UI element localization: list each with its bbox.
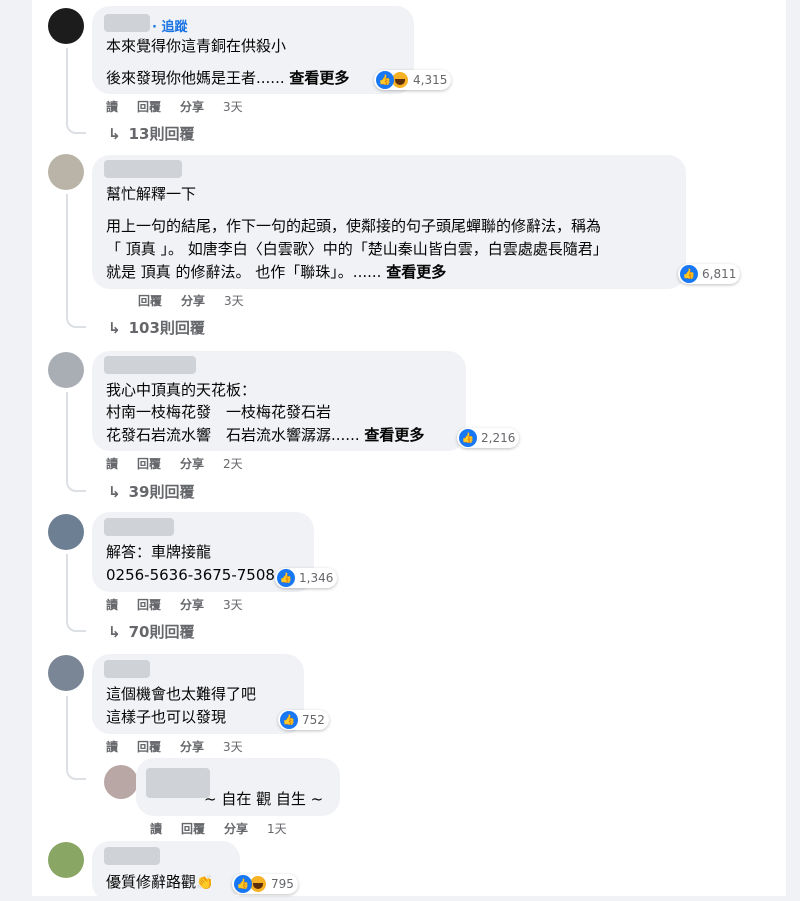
- comment-text: 0256-5636-3675-7508: [106, 566, 275, 584]
- view-replies-link[interactable]: ↳ 39則回覆: [108, 481, 194, 502]
- share-button[interactable]: 分享: [180, 738, 204, 755]
- reaction-summary[interactable]: 👍 6,811: [678, 264, 741, 284]
- avatar[interactable]: [48, 842, 84, 878]
- avatar[interactable]: [48, 154, 84, 190]
- comment-text: 本來覺得你這青銅在供殺小: [106, 37, 287, 55]
- commenter-name[interactable]: [104, 14, 150, 32]
- comment-actions: 回覆 分享 3天: [138, 292, 244, 309]
- view-replies-link[interactable]: ↳ 13則回覆: [108, 123, 194, 144]
- comment-text: 這個機會也太難得了吧: [106, 685, 257, 703]
- avatar[interactable]: [48, 8, 84, 44]
- reply-button[interactable]: 回覆: [137, 98, 161, 115]
- reaction-count: 6,811: [702, 267, 737, 281]
- reply-actions: 讀 回覆 分享 1天: [150, 820, 287, 837]
- comment-actions: 讀 回覆 分享 3天: [106, 98, 243, 115]
- like-icon: 👍: [234, 875, 252, 893]
- comment-text: 用上一句的結尾，作下一句的起頭，使鄰接的句子頭尾蟬聯的修辭法，稱為: [106, 217, 602, 235]
- comment-text: 花發石岩流水響 石岩流水響潺潺...... 查看更多: [106, 426, 425, 444]
- comment-text: 幫忙解釋一下: [106, 185, 197, 203]
- comment-actions: 讀 回覆 分享 3天: [106, 738, 243, 755]
- comment-actions: 讀 回覆 分享 2天: [106, 455, 243, 472]
- share-button[interactable]: 分享: [181, 292, 205, 309]
- thread-line: [66, 554, 86, 632]
- reply-button[interactable]: 回覆: [137, 455, 161, 472]
- read-button[interactable]: 讀: [106, 455, 118, 472]
- avatar[interactable]: [48, 514, 84, 550]
- reply-button[interactable]: 回覆: [181, 820, 205, 837]
- avatar[interactable]: [104, 765, 138, 799]
- commenter-name[interactable]: [104, 356, 196, 374]
- reaction-count: 2,216: [481, 431, 516, 445]
- reply-arrow-icon: ↳: [108, 319, 121, 337]
- commenter-name[interactable]: [146, 768, 210, 798]
- like-icon: 👍: [280, 711, 298, 729]
- reply-button[interactable]: 回覆: [137, 596, 161, 613]
- commenter-name[interactable]: [104, 518, 174, 536]
- comment-text: 解答：車牌接龍: [106, 543, 212, 561]
- commenter-name[interactable]: [104, 847, 160, 865]
- comments-page: · 追蹤 本來覺得你這青銅在供殺小 後來發現你他媽是王者...... 查看更多 …: [0, 0, 800, 901]
- read-button[interactable]: 讀: [106, 738, 118, 755]
- comment-text: 村南一枝梅花發 一枝梅花發石岩: [106, 403, 332, 421]
- thread-line: [66, 392, 86, 492]
- comment-text: 這樣子也可以發現: [106, 708, 227, 726]
- reply-arrow-icon: ↳: [108, 483, 121, 501]
- avatar[interactable]: [48, 655, 84, 691]
- timestamp[interactable]: 3天: [223, 738, 243, 755]
- reply-text: ~ 自在 觀 自生 ~: [204, 790, 324, 808]
- reaction-count: 795: [271, 877, 294, 891]
- commenter-name[interactable]: [104, 160, 182, 178]
- share-button[interactable]: 分享: [180, 98, 204, 115]
- view-replies-link[interactable]: ↳ 70則回覆: [108, 621, 194, 642]
- reaction-count: 1,346: [299, 571, 334, 585]
- reaction-count: 4,315: [413, 73, 448, 87]
- like-icon: 👍: [459, 429, 477, 447]
- commenter-name[interactable]: [104, 660, 150, 678]
- comment-text: 我心中頂真的天花板：: [106, 381, 257, 399]
- follow-link[interactable]: · 追蹤: [152, 16, 187, 35]
- view-replies-link[interactable]: ↳ 103則回覆: [108, 317, 205, 338]
- comment-text: 後來發現你他媽是王者...... 查看更多: [106, 69, 350, 87]
- like-icon: 👍: [277, 569, 295, 587]
- scrollbar[interactable]: [786, 0, 800, 896]
- reply-arrow-icon: ↳: [108, 125, 121, 143]
- comments-panel: · 追蹤 本來覺得你這青銅在供殺小 後來發現你他媽是王者...... 查看更多 …: [32, 0, 786, 901]
- reaction-count: 752: [302, 713, 325, 727]
- see-more-link[interactable]: 查看更多: [364, 426, 424, 444]
- reply-arrow-icon: ↳: [108, 623, 121, 641]
- timestamp[interactable]: 3天: [223, 596, 243, 613]
- reply-button[interactable]: 回覆: [137, 738, 161, 755]
- timestamp[interactable]: 3天: [223, 98, 243, 115]
- avatar[interactable]: [48, 352, 84, 388]
- read-button[interactable]: 讀: [106, 596, 118, 613]
- reaction-summary[interactable]: 👍 2,216: [457, 428, 520, 448]
- comment-actions: 讀 回覆 分享 3天: [106, 596, 243, 613]
- like-icon: 👍: [680, 265, 698, 283]
- reaction-summary[interactable]: 👍 4,315: [374, 70, 452, 90]
- see-more-link[interactable]: 查看更多: [289, 69, 349, 87]
- reaction-summary[interactable]: 👍 1,346: [275, 568, 338, 588]
- timestamp[interactable]: 1天: [267, 820, 287, 837]
- share-button[interactable]: 分享: [180, 455, 204, 472]
- share-button[interactable]: 分享: [224, 820, 248, 837]
- thread-line: [66, 48, 86, 134]
- comment-text: 「 頂真 」。 如唐李白〈白雲歌〉中的「楚山秦山皆白雲，白雲處處長隨君」: [106, 240, 608, 258]
- read-button[interactable]: 讀: [106, 98, 118, 115]
- reply-button[interactable]: 回覆: [138, 292, 162, 309]
- like-icon: 👍: [376, 71, 394, 89]
- reaction-summary[interactable]: 👍 795: [232, 874, 298, 894]
- timestamp[interactable]: 3天: [224, 292, 244, 309]
- thread-line: [66, 696, 86, 780]
- see-more-link[interactable]: 查看更多: [386, 263, 446, 281]
- comment-text: 就是 頂真 的修辭法。 也作「聯珠」。...... 查看更多: [106, 263, 447, 281]
- read-button[interactable]: 讀: [150, 820, 162, 837]
- timestamp[interactable]: 2天: [223, 455, 243, 472]
- thread-line: [66, 194, 86, 328]
- reaction-summary[interactable]: 👍 752: [278, 710, 329, 730]
- clap-emoji: 👏: [196, 875, 214, 891]
- share-button[interactable]: 分享: [180, 596, 204, 613]
- comment-text: 優質修辭路觀👏: [106, 873, 214, 891]
